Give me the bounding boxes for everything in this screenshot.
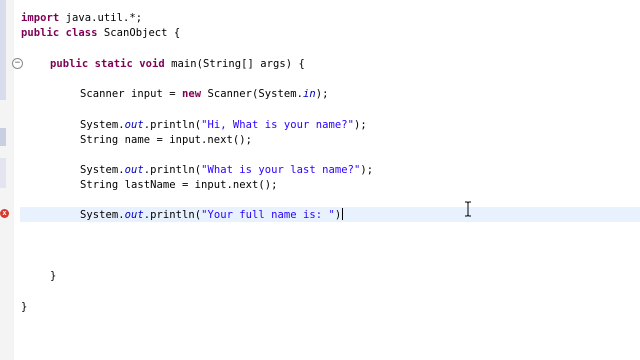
code-token: .println( [143,209,202,221]
keyword-token: new [181,88,202,100]
code-line: System.out.println("Hi, What is your nam… [80,118,367,132]
code-line: } [21,300,27,314]
code-line: public static void main(String[] args) { [50,57,305,71]
code-token: System. [80,164,125,176]
code-line: import java.util.*; [21,11,142,25]
string-token: "Your full name is: " [201,209,335,221]
code-token: java.util.*; [59,12,143,24]
string-token: "Hi, What is your name?" [201,119,354,131]
code-token: ) [334,209,342,221]
code-line: System.out.println("What is your last na… [80,163,373,177]
code-token: System. [80,209,125,221]
code-token: System. [80,119,125,131]
code-line: String lastName = input.next(); [80,178,278,192]
field-token: out [124,119,144,131]
code-token: .println( [143,119,202,131]
code-line: Scanner input = new Scanner(System.in); [80,87,329,101]
code-token: } [21,301,28,313]
code-token: ); [354,119,367,131]
code-token: ); [315,88,329,100]
string-token: "What is your last name?" [201,164,361,176]
keyword-token: import [21,12,60,24]
code-token: main(String[] args) { [164,58,305,70]
code-token: } [50,270,57,282]
code-token: ); [360,164,374,176]
code-token: String name = input.next(); [80,134,253,146]
code-line-current: System.out.println("Your full name is: "… [80,208,344,222]
keyword-token: class [65,27,98,39]
code-line: String name = input.next(); [80,133,252,147]
code-token: Scanner(System. [201,88,304,100]
keyword-token: static [94,58,133,70]
keyword-token: void [139,58,165,70]
field-token: out [124,164,144,176]
ibeam-cursor-icon [465,201,471,217]
code-token: .println( [143,164,202,176]
field-token: in [303,88,316,100]
code-line: public class ScanObject { [21,26,180,40]
code-token: ScanObject { [97,27,181,39]
code-token: Scanner input = [80,88,182,100]
text-caret [342,208,344,220]
keyword-token: public [50,58,89,70]
keyword-token: public [21,27,60,39]
code-line: } [50,269,56,283]
field-token: out [124,209,144,221]
code-editor[interactable]: import java.util.*; public class ScanObj… [0,0,640,360]
code-token: String lastName = input.next(); [80,179,278,191]
